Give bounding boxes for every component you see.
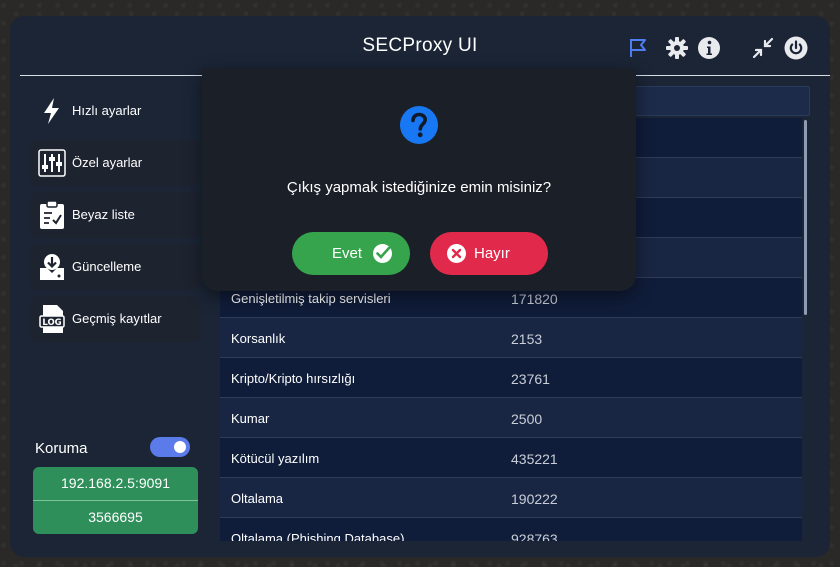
category-name: Kötücül yazılım — [231, 451, 320, 466]
category-count: 190222 — [511, 491, 558, 507]
sidebar-item-label: Güncelleme — [72, 259, 142, 274]
proxy-info-box: 192.168.2.5:9091 3566695 — [33, 467, 198, 534]
download-icon — [40, 254, 64, 280]
table-row: Oltalama (Phishing Database) 928763 — [220, 518, 802, 541]
table-row: Oltalama 190222 — [220, 478, 802, 518]
table-row: Korsanlık 2153 — [220, 318, 802, 358]
no-button[interactable]: Hayır — [430, 232, 548, 275]
category-name: Kumar — [231, 411, 270, 426]
sidebar-item-update[interactable]: Güncelleme — [30, 244, 200, 290]
svg-text:LOG: LOG — [42, 318, 61, 328]
no-button-label: Hayır — [474, 245, 510, 262]
category-name: Kripto/Kripto hırsızlığı — [231, 371, 356, 386]
info-divider — [33, 500, 198, 501]
category-count: 2500 — [511, 411, 543, 427]
protection-label: Koruma — [35, 440, 88, 457]
exit-confirm-dialog: Çıkış yapmak istediğinize emin misiniz? … — [202, 68, 636, 291]
table-scrollbar[interactable] — [804, 120, 807, 315]
yes-button-label: Evet — [332, 245, 363, 262]
gear-icon[interactable] — [665, 36, 689, 60]
check-circle-icon — [373, 244, 392, 263]
yes-button[interactable]: Evet — [292, 232, 410, 275]
category-count: 435221 — [511, 451, 558, 467]
sidebar-item-label: Hızlı ayarlar — [72, 103, 142, 118]
sidebar-item-whitelist[interactable]: Beyaz liste — [30, 192, 200, 238]
minimize-icon[interactable] — [751, 36, 775, 60]
blocked-count: 3566695 — [88, 509, 143, 525]
sidebar-item-label: Beyaz liste — [72, 207, 135, 222]
flag-icon[interactable] — [626, 36, 650, 60]
sidebar-item-label: Özel ayarlar — [72, 155, 143, 170]
sidebar-item-custom-settings[interactable]: Özel ayarlar — [30, 140, 200, 186]
log-file-icon: LOG — [39, 305, 65, 333]
table-row: Kripto/Kripto hırsızlığı 23761 — [220, 358, 802, 398]
sidebar-item-history-logs[interactable]: LOG Geçmiş kayıtlar — [30, 296, 200, 342]
sidebar-item-quick-settings[interactable]: Hızlı ayarlar — [30, 88, 200, 134]
category-name: Korsanlık — [231, 331, 286, 346]
category-count: 2153 — [511, 331, 543, 347]
protection-toggle[interactable] — [150, 437, 190, 457]
category-name: Oltalama (Phishing Database) — [231, 531, 405, 541]
table-row: Kumar 2500 — [220, 398, 802, 438]
question-icon — [400, 106, 438, 144]
info-icon[interactable] — [697, 36, 721, 60]
sidebar-item-label: Geçmiş kayıtlar — [72, 311, 162, 326]
sliders-icon — [38, 149, 66, 177]
close-circle-icon — [447, 244, 466, 263]
clipboard-check-icon — [40, 200, 64, 229]
title-bar: SECProxy UI — [10, 16, 830, 76]
dialog-message: Çıkış yapmak istediğinize emin misiniz? — [286, 179, 552, 196]
category-name: Oltalama — [231, 491, 284, 506]
table-row: Kötücül yazılım 435221 — [220, 438, 802, 478]
proxy-address: 192.168.2.5:9091 — [61, 475, 170, 491]
toggle-knob — [174, 441, 186, 453]
category-count: 928763 — [511, 531, 558, 541]
category-name: Genişletilmiş takip servisleri — [231, 291, 391, 306]
lightning-icon — [44, 98, 59, 124]
category-count: 23761 — [511, 371, 550, 387]
power-icon[interactable] — [784, 36, 808, 60]
category-count: 171820 — [511, 291, 558, 307]
